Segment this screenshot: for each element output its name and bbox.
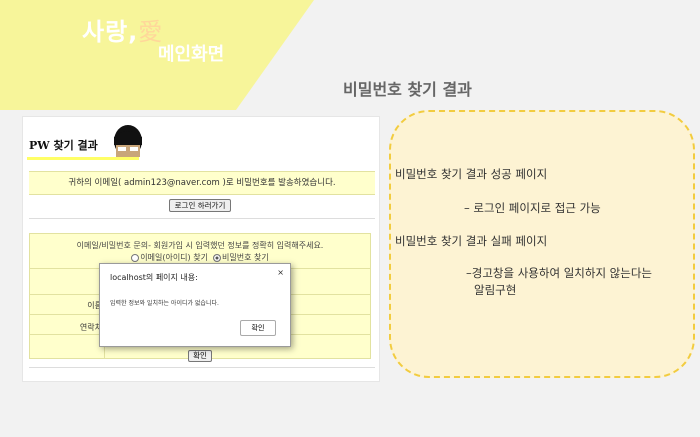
page-title: 비밀번호 찾기 결과: [343, 80, 472, 99]
divider: [29, 218, 375, 219]
dialog-message: 입력한 정보와 일치하는 아이디가 없습니다.: [110, 300, 219, 307]
dialog-title: localhost의 페이지 내용:: [110, 273, 198, 282]
inquiry-text: 이메일/비밀번호 문의- 회원가입 시 입력했던 정보를 정확히 입력해주세요.: [76, 241, 324, 250]
name-label: 이름: [87, 301, 102, 310]
notice-message: 귀하의 이메일( admin123@naver.com )로 비밀번호를 발송하…: [29, 171, 375, 195]
radio-password-label: 비밀번호 찾기: [222, 253, 269, 262]
alert-dialog: localhost의 페이지 내용: × 입력한 정보와 일치하는 아이디가 없…: [99, 263, 291, 347]
result-page-screenshot: PW 찾기 결과 귀하의 이메일( admin123@naver.com )로 …: [22, 116, 380, 382]
section-title: PW 찾기 결과: [29, 139, 98, 152]
fail-detail-line2: 알림구현: [474, 283, 517, 297]
fail-title: 비밀번호 찾기 결과 실패 페이지: [395, 234, 548, 248]
site-title: 사랑,愛: [82, 12, 163, 47]
radio-email[interactable]: [131, 253, 140, 262]
close-icon[interactable]: ×: [277, 268, 284, 277]
site-subtitle: 메인화면: [158, 44, 225, 65]
go-login-button[interactable]: 로그인 하러가기: [169, 199, 231, 212]
success-detail: – 로그인 페이지로 접근 가능: [464, 201, 601, 215]
contact-label: 연락처: [79, 323, 102, 332]
confirm-button[interactable]: 확인: [188, 350, 212, 362]
success-title: 비밀번호 찾기 결과 성공 페이지: [395, 167, 548, 181]
site-title-text: 사랑,: [82, 18, 139, 46]
divider: [29, 367, 375, 368]
radio-email-label: 이메일(아이디) 찾기: [140, 253, 208, 262]
radio-password[interactable]: [213, 253, 222, 262]
dialog-ok-button[interactable]: 확인: [240, 320, 276, 336]
fail-detail-line1: –경고창을 사용하여 일치하지 않는다는: [466, 266, 652, 280]
search-type-radio-group: 이메일(아이디) 찾기 비밀번호 찾기: [30, 252, 370, 263]
avatar-icon: [114, 125, 142, 157]
